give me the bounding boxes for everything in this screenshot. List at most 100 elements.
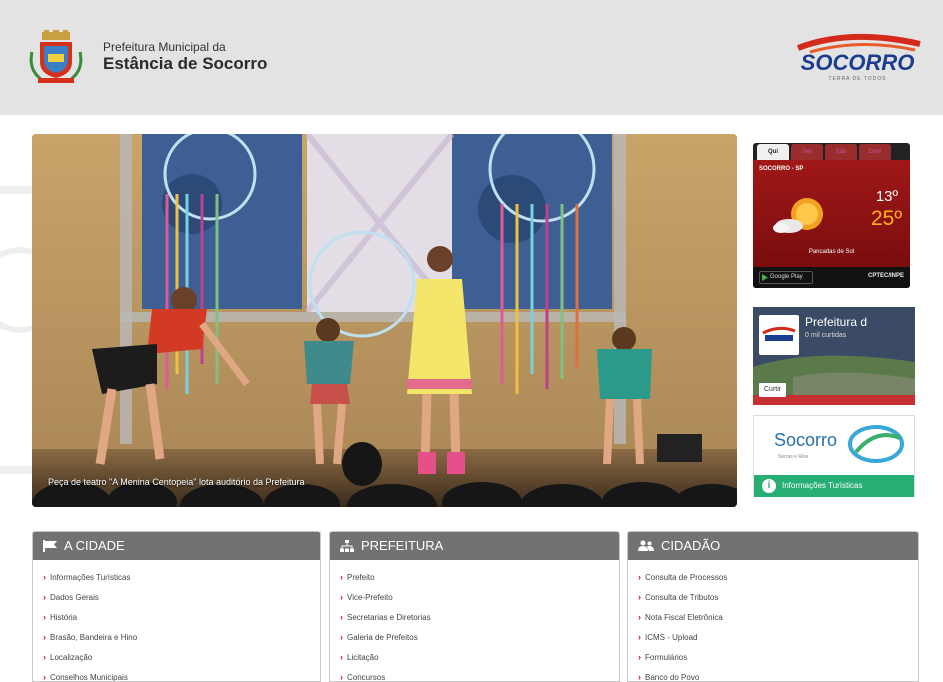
chevron-right-icon: › [638, 572, 641, 582]
list-item[interactable]: › Informações Turísticas [43, 567, 320, 587]
site-name: Estância de Socorro [103, 54, 268, 73]
tourism-tagline: Serras e Rios [778, 454, 809, 460]
like-button[interactable]: Curtir [759, 383, 787, 397]
weather-forecast: SOCORRO - SP 13º 25º Pancadas de Sol [753, 160, 910, 267]
weather-day-tabs: Qui Sex Sáb Dom [757, 144, 891, 160]
weather-temp-max: 13º [875, 188, 898, 205]
menu-column-prefeitura: PREFEITURA › Prefeito › Vice-Prefeito › Sec… [329, 531, 620, 682]
socorro-logo[interactable]: SOCORRO TERRA DE TODOS [790, 30, 925, 90]
chevron-right-icon: › [43, 612, 46, 622]
list-item[interactable]: › Formulários [638, 647, 918, 667]
menu-column-cidadao: CIDADÃO › Consulta de Processos › Consulta… [627, 531, 919, 682]
hero-slideshow[interactable]: Peça de teatro "A Menina Centopeia" lota… [32, 134, 737, 507]
municipal-crest-icon[interactable] [28, 30, 84, 84]
chevron-right-icon: › [638, 672, 641, 682]
hero-caption[interactable]: Peça de teatro "A Menina Centopeia" lota… [48, 477, 305, 487]
column-header-prefeitura: PREFEITURA [330, 532, 619, 560]
weather-temp-min: 25º [870, 207, 902, 230]
tourism-brand: Socorro [774, 430, 838, 450]
menu-list-cidadao: › Consulta de Processos › Consulta de Trib… [628, 560, 918, 682]
column-title-cidade: A CIDADE [64, 538, 125, 553]
users-icon [638, 540, 654, 551]
chevron-right-icon: › [340, 572, 343, 582]
logo-text: SOCORRO [800, 50, 915, 75]
link-label: Nota Fiscal Eletrônica [645, 613, 723, 622]
weather-tab-qui[interactable]: Qui [757, 144, 789, 160]
column-title-prefeitura: PREFEITURA [361, 538, 444, 553]
link-label: Localização [50, 653, 93, 662]
weather-widget[interactable]: Qui Sex Sáb Dom SOCORRO - SP 13º 25º Pan… [753, 143, 910, 288]
menu-column-cidade: A CIDADE › Informações Turísticas › Dados … [32, 531, 321, 682]
chevron-right-icon: › [638, 632, 641, 642]
list-item[interactable]: › ICMS - Upload [638, 627, 918, 647]
site-subtitle: Prefeitura Municipal da [103, 40, 226, 54]
social-page-title: Prefeitura d [805, 315, 868, 329]
google-play-label: Google Play [770, 274, 803, 280]
list-item[interactable]: › História [43, 607, 320, 627]
tourism-info-label: Informações Turísticas [782, 481, 863, 490]
logo-tagline: TERRA DE TODOS [828, 76, 887, 82]
list-item[interactable]: › Prefeito [340, 567, 619, 587]
tourism-banner[interactable]: Socorro Serras e Rios i Informações Turí… [753, 415, 915, 497]
weather-tab-sex[interactable]: Sex [791, 144, 823, 160]
list-item[interactable]: › Licitação [340, 647, 619, 667]
menu-list-prefeitura: › Prefeito › Vice-Prefeito › Secretarias e … [330, 560, 619, 682]
chevron-right-icon: › [43, 632, 46, 642]
google-play-badge[interactable]: Google Play [759, 271, 813, 284]
link-label: Vice-Prefeito [347, 593, 393, 602]
list-item[interactable]: › Nota Fiscal Eletrônica [638, 607, 918, 627]
list-item[interactable]: › Localização [43, 647, 320, 667]
list-item[interactable]: › Brasão, Bandeira e Hino [43, 627, 320, 647]
tourism-info-button[interactable]: i Informações Turísticas [754, 475, 914, 497]
list-item[interactable]: › Galeria de Prefeitos [340, 627, 619, 647]
sun-cloud-icon [773, 198, 823, 233]
link-label: Informações Turísticas [50, 573, 131, 582]
chevron-right-icon: › [340, 652, 343, 662]
link-label: Consulta de Tributos [645, 593, 719, 602]
link-label: Conselhos Municipais [50, 673, 128, 682]
chevron-right-icon: › [43, 592, 46, 602]
list-item[interactable]: › Consulta de Processos [638, 567, 918, 587]
link-label: Banco do Povo [645, 673, 700, 682]
link-label: ICMS - Upload [645, 633, 698, 642]
list-item[interactable]: › Dados Gerais [43, 587, 320, 607]
chevron-right-icon: › [340, 592, 343, 602]
site-title[interactable]: Prefeitura Municipal da Estância de Soco… [103, 40, 267, 74]
list-item[interactable]: › Concursos [340, 667, 619, 682]
weather-provider[interactable]: CPTEC/INPE [868, 273, 904, 279]
weather-tab-sab[interactable]: Sáb [825, 144, 857, 160]
link-label: Brasão, Bandeira e Hino [50, 633, 138, 642]
list-item[interactable]: › Vice-Prefeito [340, 587, 619, 607]
chevron-right-icon: › [638, 652, 641, 662]
page: Prefeitura Municipal da Estância de Soco… [0, 0, 943, 682]
like-button-label: Curtir [764, 386, 782, 393]
list-item[interactable]: › Banco do Povo [638, 667, 918, 682]
prefeitura-social-banner[interactable]: Prefeitura d 0 mil curtidas Curtir [753, 307, 915, 405]
chevron-right-icon: › [43, 672, 46, 682]
weather-footer: Google Play CPTEC/INPE [753, 267, 910, 288]
play-store-icon [762, 274, 768, 281]
weather-condition: Pancadas de Sol [808, 249, 855, 255]
list-item[interactable]: › Secretarias e Diretorias [340, 607, 619, 627]
site-header: Prefeitura Municipal da Estância de Soco… [0, 0, 943, 115]
menu-list-cidade: › Informações Turísticas › Dados Gerais › H… [33, 560, 320, 682]
link-label: Dados Gerais [50, 593, 99, 602]
chevron-right-icon: › [340, 612, 343, 622]
link-label: Formulários [645, 653, 688, 662]
list-item[interactable]: › Consulta de Tributos [638, 587, 918, 607]
link-label: Concursos [347, 673, 386, 682]
weather-tab-dom[interactable]: Dom [859, 144, 891, 160]
list-item[interactable]: › Conselhos Municipais [43, 667, 320, 682]
chevron-right-icon: › [638, 592, 641, 602]
chevron-right-icon: › [43, 572, 46, 582]
link-label: Galeria de Prefeitos [347, 633, 418, 642]
column-title-cidadao: CIDADÃO [661, 538, 721, 553]
socorro-page-avatar [759, 315, 799, 355]
column-header-cidadao: CIDADÃO [628, 532, 918, 560]
chevron-right-icon: › [43, 652, 46, 662]
flag-icon [43, 540, 57, 552]
chevron-right-icon: › [340, 672, 343, 682]
link-label: Prefeito [347, 573, 375, 582]
sitemap-icon [340, 540, 354, 552]
link-label: Consulta de Processos [645, 573, 728, 582]
